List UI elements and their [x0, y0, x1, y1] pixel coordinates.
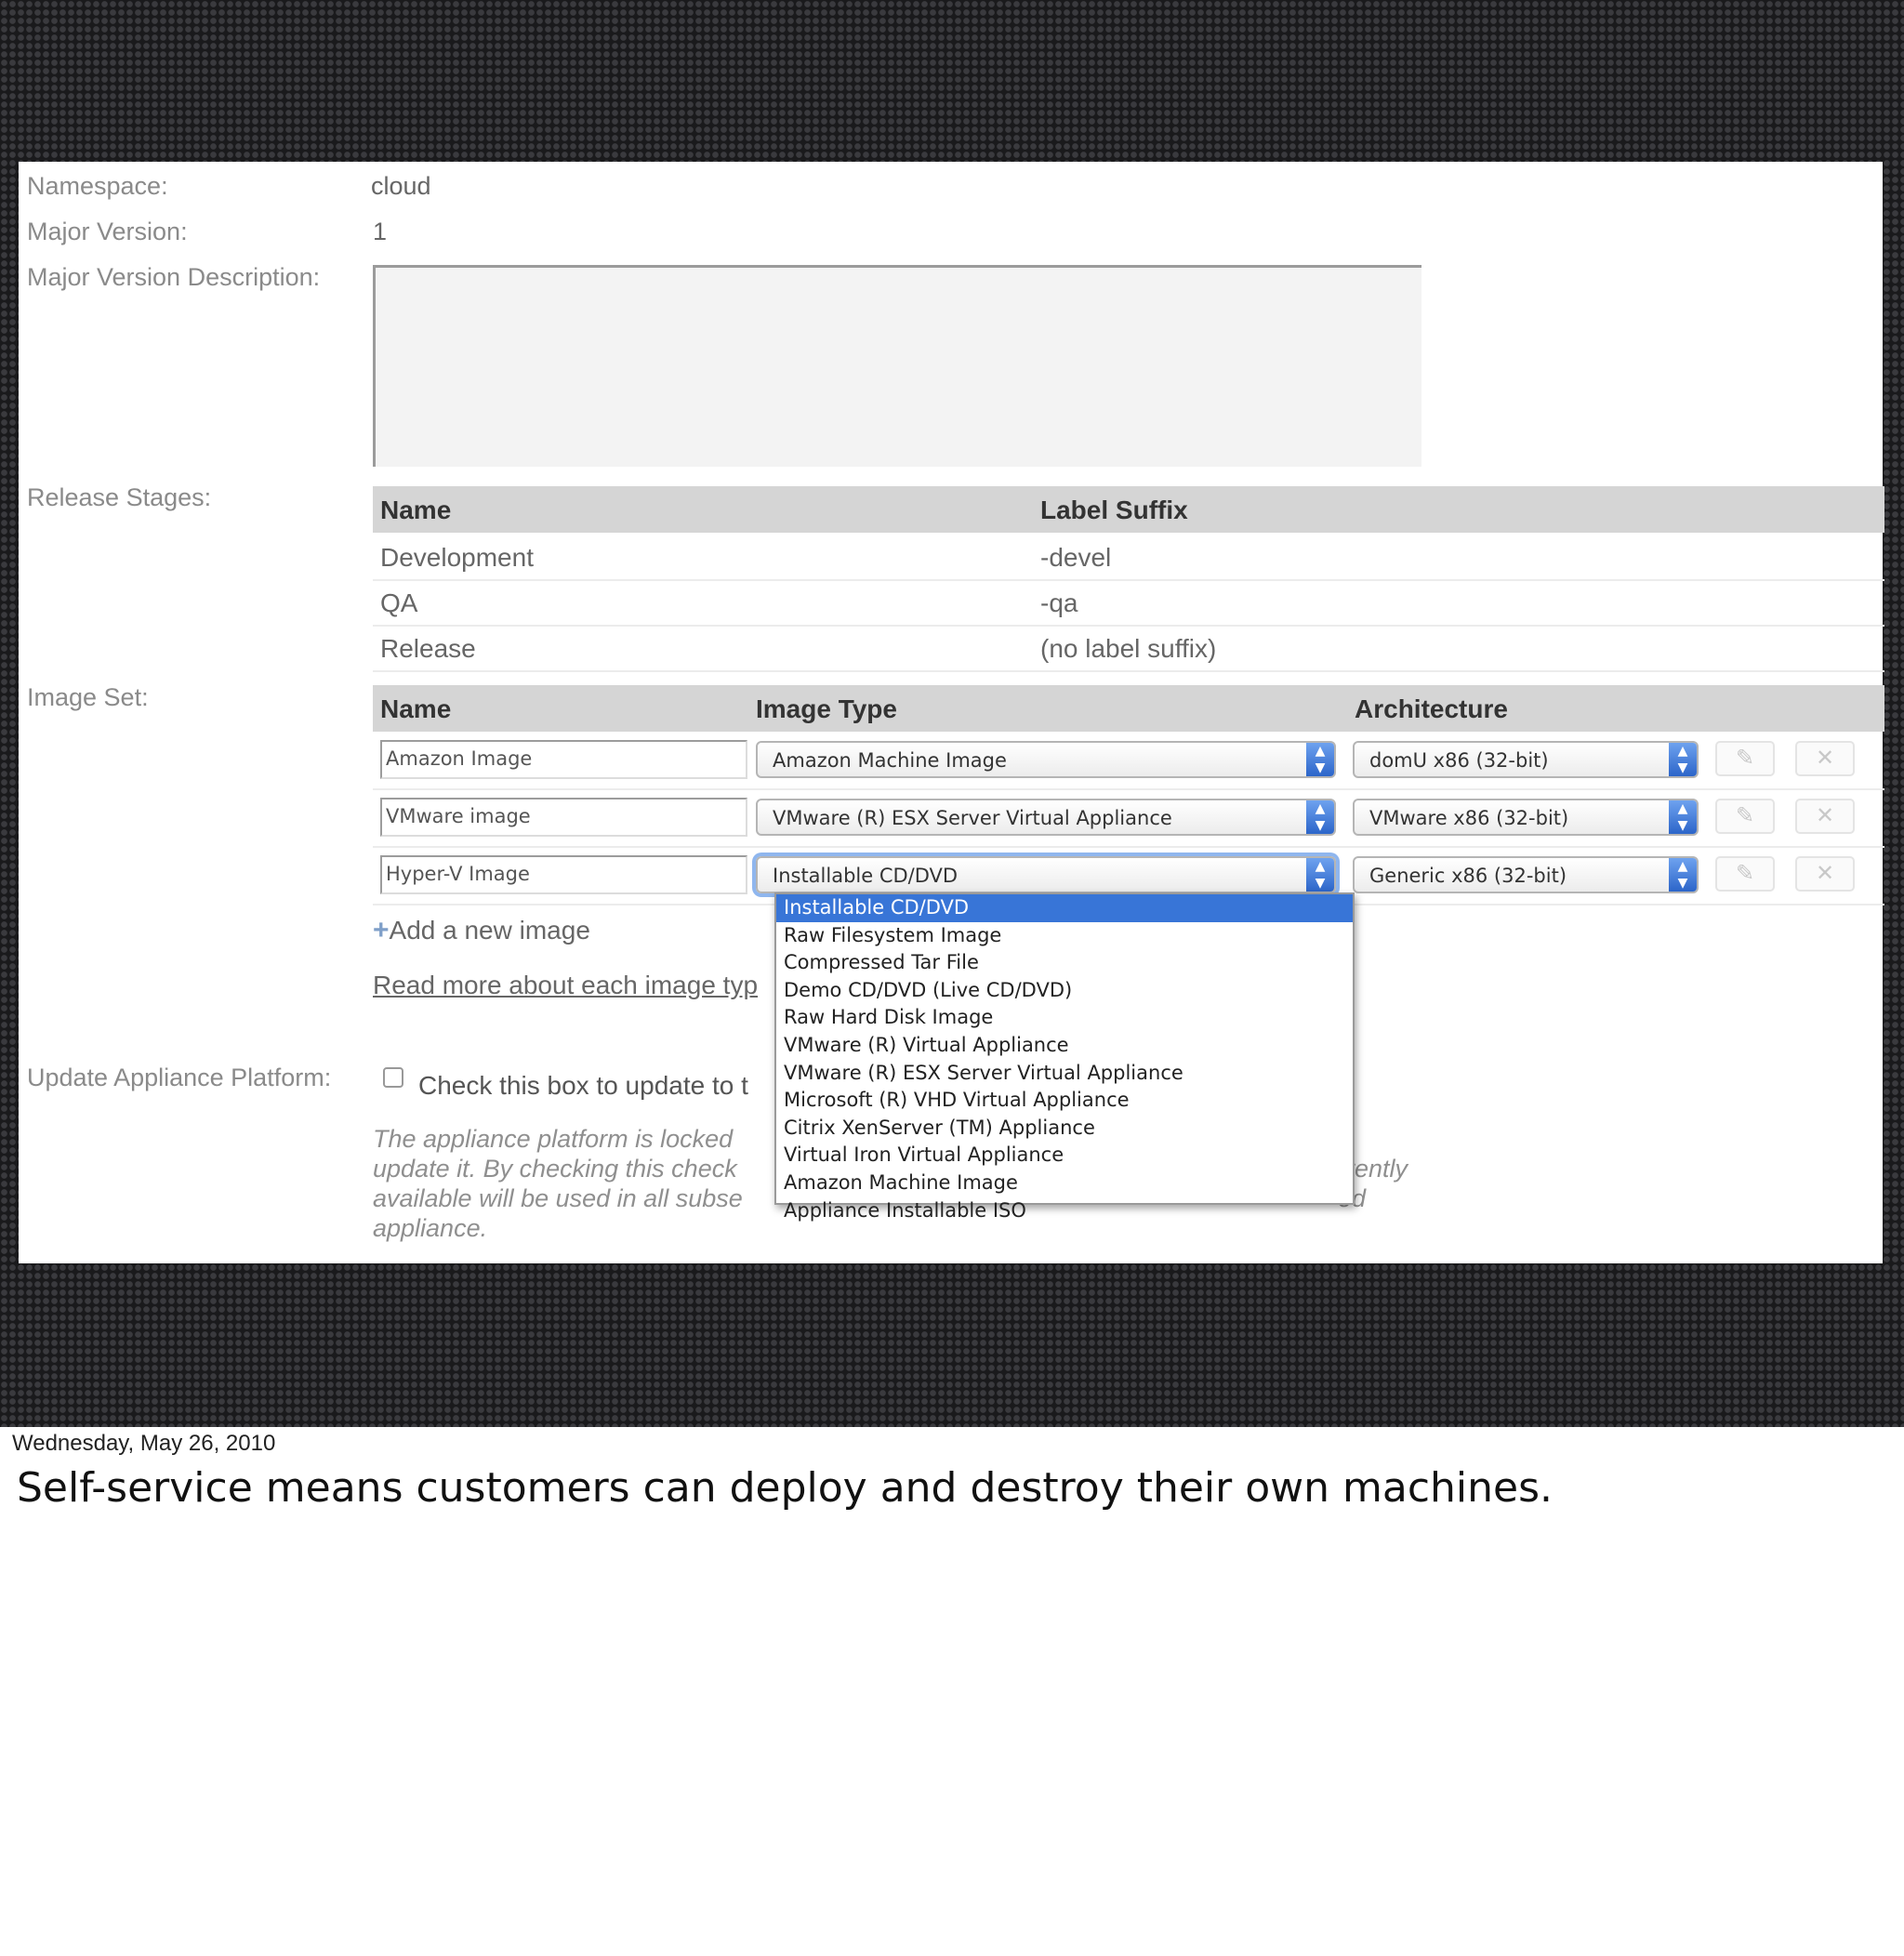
stage-suffix: -devel: [1040, 543, 1112, 572]
table-row: Development -devel: [373, 534, 1884, 581]
image-name-input[interactable]: Amazon Image: [380, 740, 747, 779]
up-down-arrows-icon: ▲ ▼: [1669, 800, 1697, 834]
slide-date: Wednesday, May 26, 2010: [12, 1431, 276, 1456]
dropdown-option[interactable]: Appliance Installable ISO: [776, 1197, 1353, 1225]
column-header-image-type: Image Type: [756, 694, 897, 723]
up-down-arrows-icon: ▲ ▼: [1306, 858, 1334, 892]
appliance-form-screenshot: Namespace: cloud Major Version: 1 Major …: [19, 162, 1884, 1263]
stage-name: Release: [380, 634, 476, 663]
architecture-value: Generic x86 (32-bit): [1369, 865, 1567, 887]
image-type-select[interactable]: VMware (R) ESX Server Virtual Appliance …: [756, 799, 1336, 836]
image-set-header: Name Image Type Architecture: [373, 685, 1884, 732]
up-down-arrows-icon: ▲ ▼: [1669, 858, 1697, 892]
platform-note-line: The appliance platform is locked: [373, 1125, 734, 1153]
add-image-link[interactable]: +Add a new image: [373, 915, 590, 946]
architecture-select[interactable]: VMware x86 (32-bit) ▲ ▼: [1353, 799, 1699, 836]
dropdown-option[interactable]: Compressed Tar File: [776, 949, 1353, 977]
stage-suffix: -qa: [1040, 588, 1078, 617]
release-stages-header: Name Label Suffix: [373, 486, 1884, 533]
slide-caption: Self-service means customers can deploy …: [17, 1464, 1553, 1512]
read-more-link[interactable]: Read more about each image typ: [373, 971, 774, 1000]
platform-note-line: update it. By checking this check: [373, 1155, 737, 1183]
image-name-input[interactable]: VMware image: [380, 798, 747, 837]
dropdown-option[interactable]: VMware (R) ESX Server Virtual Appliance: [776, 1060, 1353, 1088]
table-row: Release (no label suffix): [373, 625, 1884, 672]
column-header-label-suffix: Label Suffix: [1040, 496, 1188, 524]
major-version-description-label: Major Version Description:: [27, 263, 321, 291]
stage-name: QA: [380, 588, 418, 617]
image-type-value: Amazon Machine Image: [773, 749, 1007, 772]
architecture-select[interactable]: Generic x86 (32-bit) ▲ ▼: [1353, 856, 1699, 893]
up-down-arrows-icon: ▲ ▼: [1306, 743, 1334, 776]
image-type-select[interactable]: Installable CD/DVD ▲ ▼: [756, 856, 1336, 893]
platform-note-line: appliance.: [373, 1214, 488, 1242]
dropdown-option[interactable]: Amazon Machine Image: [776, 1170, 1353, 1197]
image-name-input[interactable]: Hyper-V Image: [380, 855, 747, 894]
pencil-icon[interactable]: ✎: [1715, 856, 1775, 892]
dropdown-option[interactable]: Demo CD/DVD (Live CD/DVD): [776, 977, 1353, 1005]
namespace-label: Namespace:: [27, 172, 168, 200]
dropdown-option[interactable]: Raw Hard Disk Image: [776, 1004, 1353, 1032]
column-header-name: Name: [380, 496, 452, 524]
image-set-label: Image Set:: [27, 683, 149, 711]
image-type-dropdown-list[interactable]: Installable CD/DVD Raw Filesystem Image …: [774, 892, 1355, 1222]
column-header-architecture: Architecture: [1355, 694, 1508, 723]
up-down-arrows-icon: ▲ ▼: [1306, 800, 1334, 834]
architecture-value: VMware x86 (32-bit): [1369, 807, 1569, 829]
close-icon[interactable]: ✕: [1795, 799, 1855, 834]
pencil-icon[interactable]: ✎: [1715, 741, 1775, 776]
update-platform-label: Update Appliance Platform:: [27, 1064, 332, 1091]
stage-suffix: (no label suffix): [1040, 634, 1217, 663]
add-image-label: Add a new image: [389, 916, 590, 945]
stage-name: Development: [380, 543, 534, 572]
dropdown-option[interactable]: VMware (R) Virtual Appliance: [776, 1032, 1353, 1060]
major-version-description-textarea[interactable]: [373, 265, 1421, 467]
dropdown-option[interactable]: Raw Filesystem Image: [776, 922, 1353, 950]
dropdown-option[interactable]: Virtual Iron Virtual Appliance: [776, 1142, 1353, 1170]
update-platform-checkbox-label: Check this box to update to t: [418, 1071, 748, 1100]
plus-icon: +: [373, 915, 390, 945]
update-platform-checkbox[interactable]: [383, 1067, 403, 1088]
major-version-value: 1: [373, 218, 388, 245]
table-row: QA -qa: [373, 579, 1884, 627]
up-down-arrows-icon: ▲ ▼: [1669, 743, 1697, 776]
dropdown-option[interactable]: Citrix XenServer (TM) Appliance: [776, 1115, 1353, 1143]
dropdown-option[interactable]: Installable CD/DVD: [776, 894, 1353, 922]
close-icon[interactable]: ✕: [1795, 856, 1855, 892]
image-type-value: Installable CD/DVD: [773, 865, 959, 887]
close-icon[interactable]: ✕: [1795, 741, 1855, 776]
architecture-select[interactable]: domU x86 (32-bit) ▲ ▼: [1353, 741, 1699, 778]
release-stages-label: Release Stages:: [27, 483, 212, 511]
platform-note-line: available will be used in all subse: [373, 1184, 743, 1212]
column-header-name: Name: [380, 694, 452, 723]
pencil-icon[interactable]: ✎: [1715, 799, 1775, 834]
dropdown-option[interactable]: Microsoft (R) VHD Virtual Appliance: [776, 1087, 1353, 1115]
major-version-label: Major Version:: [27, 218, 188, 245]
image-type-value: VMware (R) ESX Server Virtual Appliance: [773, 807, 1172, 829]
architecture-value: domU x86 (32-bit): [1369, 749, 1549, 772]
image-type-select[interactable]: Amazon Machine Image ▲ ▼: [756, 741, 1336, 778]
namespace-value: cloud: [371, 172, 431, 200]
